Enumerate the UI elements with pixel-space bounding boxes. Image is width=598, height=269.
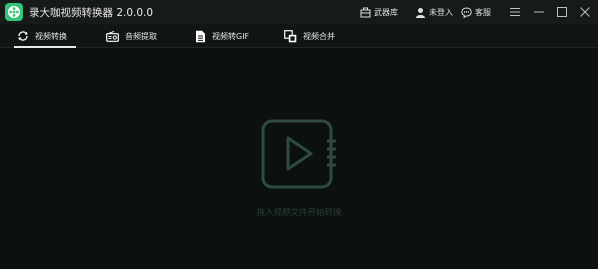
- tab-video-merge[interactable]: 视频合并: [284, 24, 335, 48]
- arsenal-label: 武器库: [374, 7, 398, 17]
- convert-icon: [18, 31, 28, 41]
- drop-hint-text: 拖入视频文件开始转换: [256, 208, 342, 218]
- tab-video-to-gif[interactable]: 视频转GIF: [195, 24, 249, 48]
- tab-video-convert-label: 视频转换: [35, 31, 67, 41]
- user-icon: [416, 7, 425, 18]
- login-label: 未登入: [429, 7, 453, 17]
- chat-bubble-icon: [461, 6, 472, 18]
- merge-icon: [284, 29, 297, 42]
- minimize-button[interactable]: [531, 4, 547, 20]
- support-button[interactable]: 客服: [461, 4, 491, 20]
- app-title: 录大咖视频转换器 2.0.0.0: [29, 7, 154, 19]
- maximize-button[interactable]: [554, 4, 570, 20]
- support-label: 客服: [475, 7, 491, 17]
- radio-icon: [106, 30, 119, 42]
- minimize-icon: [534, 11, 544, 13]
- film-reel-logo-icon: [5, 3, 23, 21]
- close-button[interactable]: [577, 4, 593, 20]
- tab-video-merge-label: 视频合并: [303, 31, 335, 41]
- document-icon: [196, 30, 205, 42]
- maximize-icon: [557, 7, 567, 17]
- close-icon: [580, 7, 590, 17]
- arsenal-button[interactable]: 武器库: [360, 4, 398, 20]
- tab-video-convert[interactable]: 视频转换: [17, 24, 67, 48]
- toolbox-icon: [360, 7, 371, 17]
- tab-audio-extract-label: 音频提取: [125, 31, 157, 41]
- video-play-icon: [261, 119, 336, 189]
- menu-icon: [510, 8, 520, 16]
- active-tab-indicator: [14, 46, 76, 48]
- tab-video-to-gif-label: 视频转GIF: [212, 31, 250, 41]
- tab-audio-extract[interactable]: 音频提取: [106, 24, 157, 48]
- login-button[interactable]: 未登入: [415, 4, 453, 20]
- menu-button[interactable]: [507, 4, 523, 20]
- feature-tab-bar: 视频转换 音频提取 视频转GIF 视频合并: [0, 24, 598, 48]
- title-bar: 录大咖视频转换器 2.0.0.0 武器库 未登入 客服: [0, 0, 598, 24]
